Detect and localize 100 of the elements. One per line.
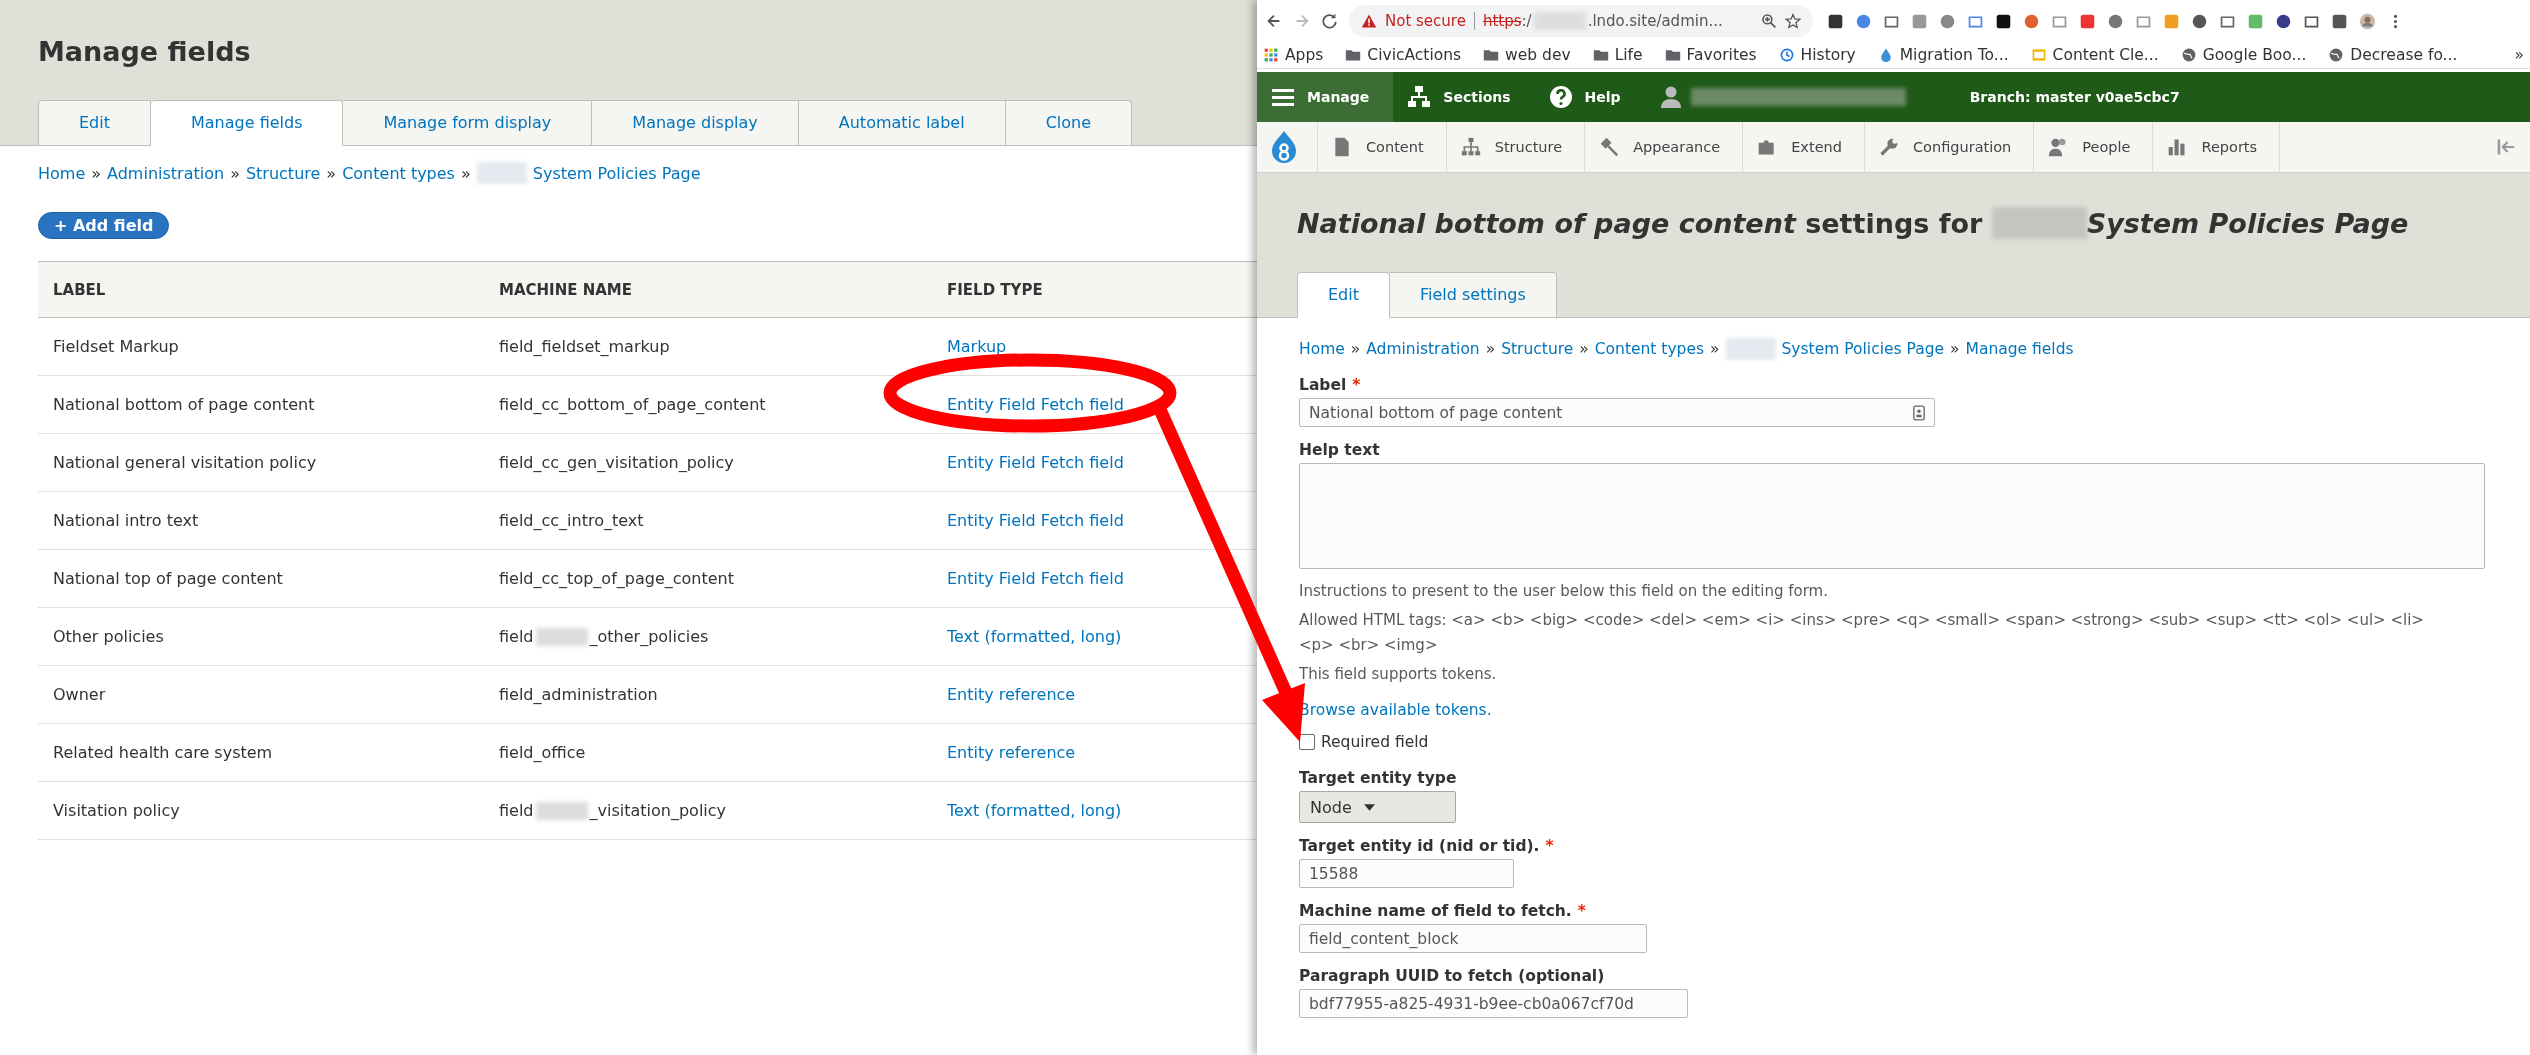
breadcrumb-link[interactable]: Manage fields [1965,340,2074,358]
user-icon[interactable] [1658,85,1683,109]
field-label: Target entity type [1299,769,1457,787]
star-icon[interactable] [1785,13,1801,29]
folder-icon [1483,47,1500,63]
tray-item[interactable]: Extend [1742,122,1864,172]
drupal-drop-icon[interactable] [1269,130,1299,164]
collapse-icon[interactable] [2496,137,2516,157]
field-label: Machine name of field to fetch. [1299,902,1572,920]
caret-icon [1363,803,1375,811]
bookmark[interactable]: Google Boo... [2180,46,2307,64]
bookmark[interactable]: History [1778,46,1856,64]
breadcrumb-separator: » [1950,340,1960,358]
field-type-link[interactable]: Entity reference [947,685,1076,704]
bar-chart-icon [2167,137,2188,157]
tray-item[interactable]: People [2033,122,2153,172]
breadcrumb-separator: » [460,163,471,183]
text-input[interactable]: 15588 [1299,859,1514,888]
breadcrumb-link[interactable]: System Policies Page [532,163,701,183]
tab[interactable]: Edit [1297,272,1390,318]
field-type-link[interactable]: Entity Field Fetch field [947,453,1124,472]
breadcrumb-link[interactable]: Administration [1366,340,1480,358]
more-bookmarks[interactable]: » [2514,46,2524,64]
reload-icon[interactable] [1321,12,1339,30]
field-type-link[interactable]: Markup [947,337,1007,356]
table-cell-text: field _visitation_policy [498,800,728,821]
table-cell-text: Owner [52,685,107,704]
tab[interactable]: Field settings [1390,272,1557,318]
field-type-link[interactable]: Text (formatted, long) [947,801,1122,820]
bookmark[interactable]: CivicActions [1345,46,1462,64]
breadcrumb-link[interactable]: Content types [342,163,455,183]
table-cell-text: National general visitation policy [52,453,318,472]
bookmark[interactable]: Favorites [1664,46,1757,64]
document-icon [1332,137,1352,157]
table-cell-text: field_cc_gen_visitation_policy [498,453,735,472]
tray-item[interactable]: Content [1317,122,1446,172]
tray-item[interactable]: Reports [2152,122,2281,172]
bookmark[interactable]: web dev [1483,46,1571,64]
breadcrumb-link[interactable]: Content types [1594,340,1705,358]
tray-item[interactable]: Structure [1445,122,1585,172]
breadcrumb-link[interactable]: Structure [245,163,321,183]
checkbox[interactable] [1299,734,1315,750]
tab[interactable]: Manage display [592,100,799,146]
text-input[interactable]: field_content_block [1299,924,1647,953]
breadcrumb-link[interactable]: Administration [107,163,225,183]
avatar-icon[interactable] [2359,12,2376,30]
tab[interactable]: Edit [38,100,151,146]
field-label: Label [1299,376,1347,394]
extension-icon[interactable] [1995,12,2012,30]
extension-icon[interactable] [2275,12,2292,30]
breadcrumb-link[interactable]: Structure [1501,340,1574,358]
extension-icon[interactable] [2331,12,2348,30]
tab[interactable]: Automatic label [798,100,1006,146]
breadcrumb-link[interactable]: Home [1299,340,1345,358]
table-cell-text: National top of page content [52,569,284,588]
globe-icon [2328,47,2345,63]
toolbar-item[interactable]: Manage [1257,72,1394,122]
bookmark[interactable]: Content Cle... [2030,46,2159,64]
breadcrumb-separator: » [230,163,240,183]
field-label: Target entity id (nid or tid). [1299,837,1540,855]
tab[interactable]: Manage fields [151,100,344,146]
field-label: Help text [1299,441,1380,459]
page-title: National bottom of page content settings for System Policies Page [1297,207,2410,239]
field-label: Paragraph UUID to fetch (optional) [1299,967,1605,985]
field-type-link[interactable]: Entity reference [947,743,1076,762]
entity-type-select[interactable]: Node [1299,791,1457,823]
breadcrumb-link[interactable]: System Policies Page [1781,340,1945,358]
required-marker: * [1352,376,1361,394]
extension-icon[interactable] [1827,12,1844,30]
column-header: FIELD TYPE [946,280,1044,299]
bookmark[interactable]: Migration To... [1877,46,2009,64]
clock-icon [1778,47,1795,63]
bookmark[interactable]: Life [1592,46,1643,64]
add-field-button[interactable]: + Add field [38,212,170,239]
field-type-link[interactable]: Entity Field Fetch field [947,511,1124,530]
toolbar-item[interactable]: Help [1534,72,1645,122]
table-cell-text: Visitation policy [52,801,181,820]
table-cell-text: National bottom of page content [52,395,316,414]
tray-item[interactable]: Configuration [1863,122,2034,172]
toolbar-item[interactable]: Sections [1393,72,1535,122]
tab[interactable]: Clone [1005,100,1132,146]
bookmark[interactable]: Apps [1263,46,1324,64]
breadcrumb-separator: » [1710,340,1720,358]
help-icon [1548,85,1573,109]
field-type-link[interactable]: Entity Field Fetch field [947,395,1124,414]
warning-icon [1361,13,1377,29]
zoom-icon[interactable] [1761,13,1777,29]
field-type-link[interactable]: Text (formatted, long) [947,627,1122,646]
field-type-link[interactable]: Entity Field Fetch field [947,569,1124,588]
hammer-icon [1599,137,1620,157]
label-input[interactable]: National bottom of page content [1299,398,1935,427]
tab[interactable]: Manage form display [343,100,593,146]
breadcrumb-link[interactable]: Home [38,163,86,183]
extension-icon[interactable] [2191,12,2208,30]
apps-grid-icon [1263,47,1279,63]
address-bar[interactable]: Not secure https:/ .lndo.site/admin... [1349,5,1813,37]
field-description: This field supports tokens. [1299,664,1498,685]
text-input[interactable]: bdf77955-a825-4931-b9ee-cb0a067cf70d [1299,989,1688,1018]
bookmark[interactable]: Decrease fo... [2328,46,2458,64]
tray-item[interactable]: Appearance [1584,122,1743,172]
